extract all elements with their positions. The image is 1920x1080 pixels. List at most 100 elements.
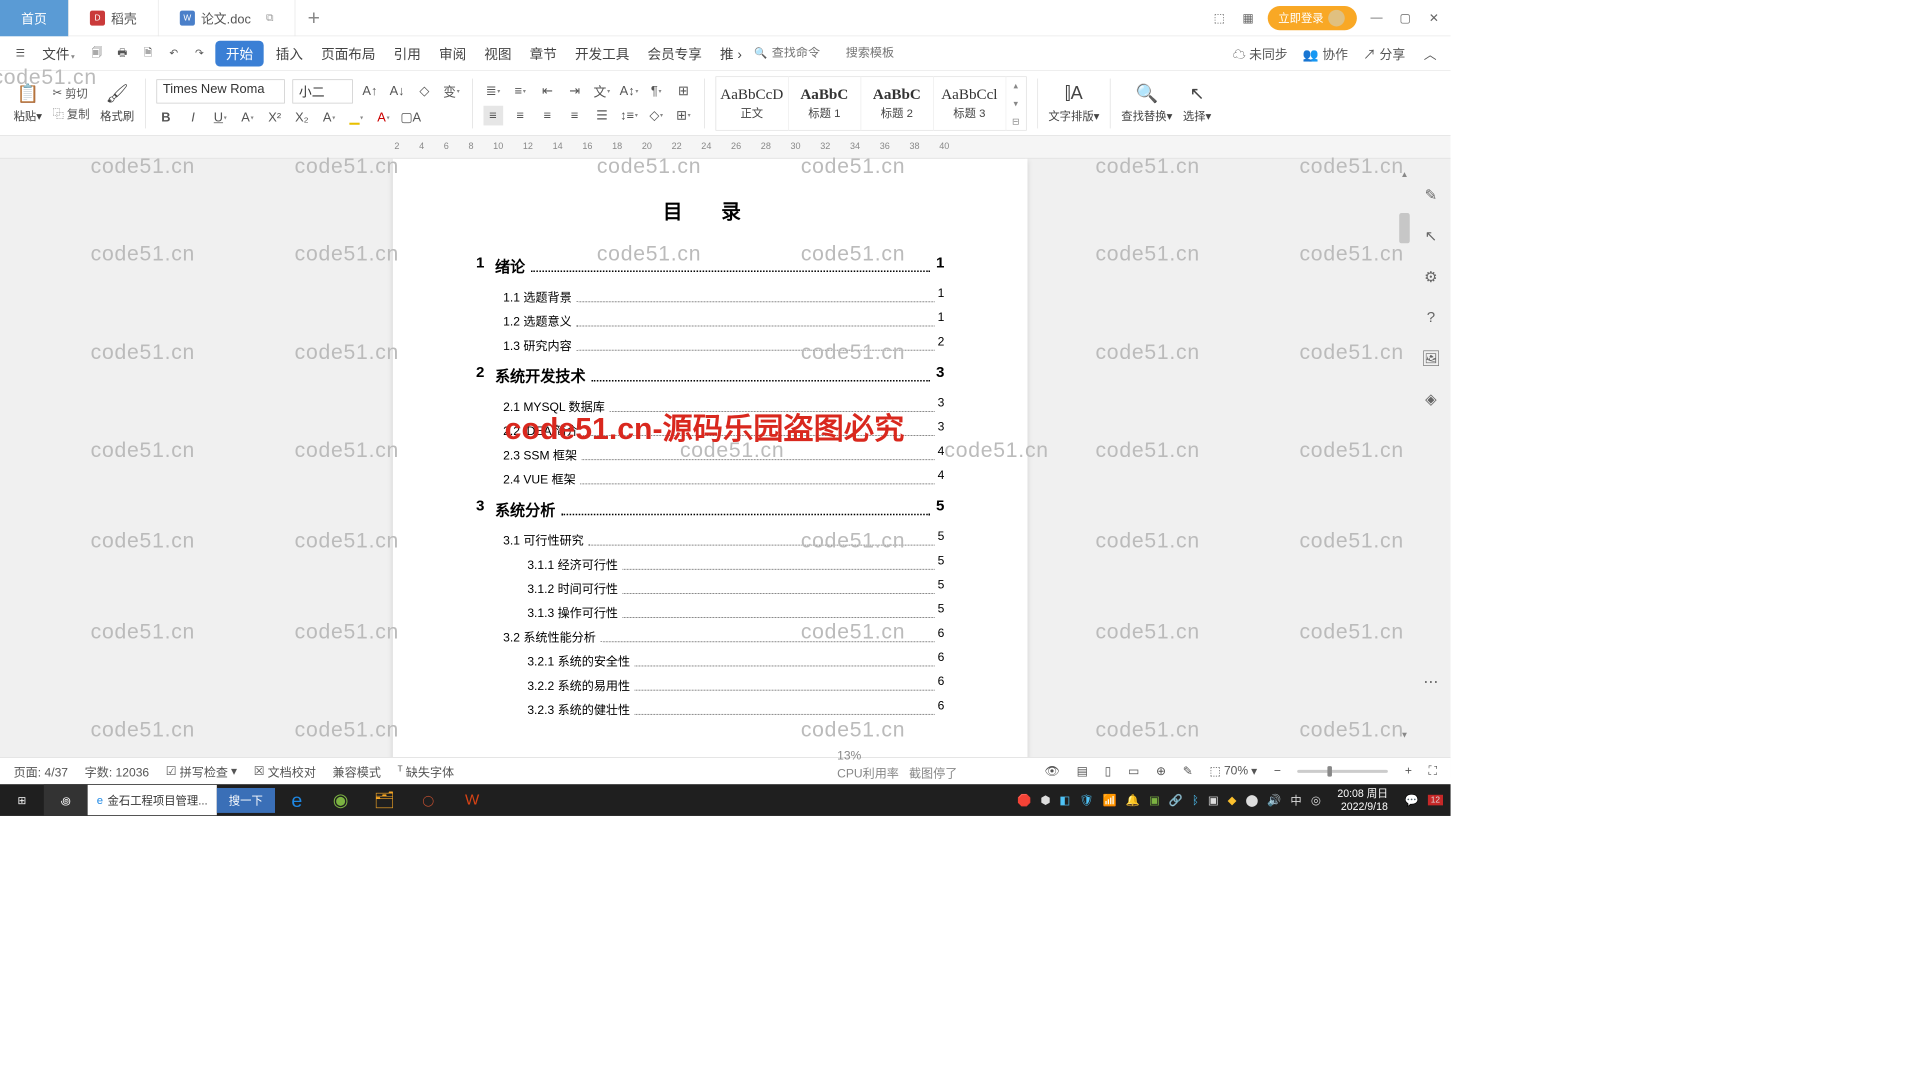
word-count[interactable]: 字数: 12036 <box>85 762 150 780</box>
chevron-up-icon[interactable]: ︿ <box>1420 43 1440 63</box>
pencil-icon[interactable]: ✎ <box>1420 184 1441 205</box>
sync-status[interactable]: ☁ 未同步 <box>1233 44 1288 63</box>
line-spacing-icon[interactable]: ↕≡ <box>619 105 639 125</box>
taskbar-clock[interactable]: 20:08 周日2022/9/18 <box>1330 787 1396 812</box>
eye-icon[interactable]: 👁 <box>1045 763 1060 778</box>
missing-fonts[interactable]: ᵀ 缺失字体 <box>398 762 455 780</box>
horizontal-ruler[interactable]: 246810121416182022242628303234363840 <box>0 136 1451 159</box>
tab-document[interactable]: W论文.doc⧉ <box>159 0 296 36</box>
clear-format-icon[interactable]: ◇ <box>414 81 434 101</box>
italic-icon[interactable]: I <box>183 108 203 128</box>
align-center-icon[interactable]: ≡ <box>510 105 530 125</box>
highlight-icon[interactable]: ▁ <box>346 108 366 128</box>
tab-home[interactable]: 首页 <box>0 0 69 36</box>
indent-icon[interactable]: ⇥ <box>565 81 585 101</box>
menu-layout[interactable]: 页面布局 <box>315 40 381 66</box>
select-button[interactable]: ↖选择▾ <box>1183 82 1211 124</box>
shrink-font-icon[interactable]: A↓ <box>387 81 407 101</box>
vertical-scrollbar[interactable]: ▲ ▼ <box>1398 168 1412 742</box>
style-h1[interactable]: AaBbC标题 1 <box>788 76 861 130</box>
webmode-icon[interactable]: ▭ <box>1128 763 1139 778</box>
size-select[interactable]: 小二 <box>292 79 352 103</box>
page-indicator[interactable]: 页面: 4/37 <box>14 762 68 780</box>
menu-devtools[interactable]: 开发工具 <box>569 40 635 66</box>
badge-icon[interactable]: 12 <box>1428 795 1443 806</box>
tray-icon[interactable]: ◧ <box>1059 793 1070 807</box>
pointer-icon[interactable]: ↖ <box>1420 225 1441 246</box>
menu-review[interactable]: 审阅 <box>433 40 472 66</box>
font-color-icon[interactable]: A <box>374 108 394 128</box>
align-left-icon[interactable]: ≡ <box>483 105 503 125</box>
readmode-icon[interactable]: ▤ <box>1077 763 1088 778</box>
compat-mode[interactable]: 兼容模式 <box>333 762 381 780</box>
settings-icon[interactable]: ⚙ <box>1420 266 1441 287</box>
border-icon[interactable]: ⊞ <box>674 105 694 125</box>
align-justify-icon[interactable]: ≡ <box>565 105 585 125</box>
ie-window[interactable]: e金石工程项目管理... <box>88 785 217 815</box>
maximize-button[interactable]: ▢ <box>1396 9 1414 27</box>
spell-check[interactable]: ☑ 拼写检查 ▾ <box>166 762 237 780</box>
subscript-icon[interactable]: X₂ <box>292 108 312 128</box>
format-painter[interactable]: 🖌格式刷 <box>100 82 134 124</box>
tray-icon[interactable]: 🔔 <box>1126 793 1140 807</box>
align-right-icon[interactable]: ≡ <box>538 105 558 125</box>
menu-file[interactable]: 文件 <box>36 40 81 66</box>
distribute-icon[interactable]: ☰ <box>592 105 612 125</box>
outdent-icon[interactable]: ⇤ <box>538 81 558 101</box>
grow-font-icon[interactable]: A↑ <box>360 81 380 101</box>
numbering-icon[interactable]: ≡ <box>510 81 530 101</box>
menu-start[interactable]: 开始 <box>215 40 263 66</box>
copy-button[interactable]: ⿻ 复制 <box>53 105 90 121</box>
find-replace-button[interactable]: 🔍查找替换▾ <box>1121 82 1172 124</box>
command-search[interactable]: 🔍 <box>754 46 840 60</box>
tray-icon[interactable]: ◎ <box>1311 793 1321 807</box>
copilot-icon[interactable]: ꩜ <box>44 784 88 816</box>
menu-view[interactable]: 视图 <box>478 40 517 66</box>
template-input[interactable] <box>846 46 914 60</box>
pagemode-icon[interactable]: ▯ <box>1105 763 1112 778</box>
redo-icon[interactable]: ↷ <box>190 43 210 63</box>
login-button[interactable]: 立即登录 <box>1268 6 1357 30</box>
style-h3[interactable]: AaBbCcl标题 3 <box>933 76 1006 130</box>
more-icon[interactable]: ⋯ <box>1420 671 1441 692</box>
edit-icon[interactable]: ✎ <box>1183 763 1193 778</box>
ie-icon[interactable]: e <box>275 784 319 816</box>
collab-button[interactable]: 👥 协作 <box>1303 44 1348 63</box>
asian-layout-icon[interactable]: 文 <box>592 81 612 101</box>
style-gallery[interactable]: AaBbCcD正文 AaBbC标题 1 AaBbC标题 2 AaBbCcl标题 … <box>715 76 1026 130</box>
document-page[interactable]: 目 录 1绪论11.1 选题背景11.2 选题意义11.3 研究内容22系统开发… <box>393 159 1028 779</box>
style-h2[interactable]: AaBbC标题 2 <box>861 76 934 130</box>
tray-icon[interactable]: 📶 <box>1103 793 1117 807</box>
taskbar-search[interactable]: 搜一下 <box>217 788 275 813</box>
text-effect-icon[interactable]: A <box>319 108 339 128</box>
scroll-down-icon[interactable]: ▼ <box>1398 728 1412 742</box>
layout-toggle-icon[interactable]: ⬚ <box>1210 9 1228 27</box>
notifications-icon[interactable]: 💬 <box>1405 793 1419 807</box>
print-icon[interactable]: 🖶 <box>113 43 133 63</box>
tray-icon[interactable]: ⬤ <box>1245 793 1258 807</box>
proofread[interactable]: ☒ 文档校对 <box>254 762 316 780</box>
bullets-icon[interactable]: ≣ <box>483 81 503 101</box>
cut-button[interactable]: ✂ 剪切 <box>53 85 90 101</box>
scroll-thumb[interactable] <box>1399 213 1410 243</box>
search-input[interactable] <box>772 46 840 60</box>
tray-icon[interactable]: ▣ <box>1149 793 1160 807</box>
zoom-slider[interactable] <box>1298 769 1389 772</box>
menu-reference[interactable]: 引用 <box>388 40 427 66</box>
char-border-icon[interactable]: ▢A <box>401 108 421 128</box>
template-search[interactable] <box>846 46 914 60</box>
tab-icon[interactable]: ⊞ <box>674 81 694 101</box>
hamburger-icon[interactable]: ☰ <box>11 43 31 63</box>
tray-icon[interactable]: 🛡 <box>1079 793 1093 807</box>
undo-icon[interactable]: ↶ <box>164 43 184 63</box>
tray-icon[interactable]: ⬢ <box>1040 793 1050 807</box>
menu-chapter[interactable]: 章节 <box>524 40 563 66</box>
scroll-up-icon[interactable]: ▲ <box>1398 168 1412 182</box>
idea-icon[interactable]: ◈ <box>1420 388 1441 409</box>
share-button[interactable]: ↗ 分享 <box>1363 44 1405 63</box>
volume-icon[interactable]: 🔊 <box>1267 793 1281 807</box>
close-button[interactable]: ✕ <box>1425 9 1443 27</box>
help-icon[interactable]: ? <box>1420 307 1441 328</box>
minimize-button[interactable]: — <box>1367 9 1385 27</box>
bluetooth-icon[interactable]: ᛒ <box>1192 794 1199 807</box>
